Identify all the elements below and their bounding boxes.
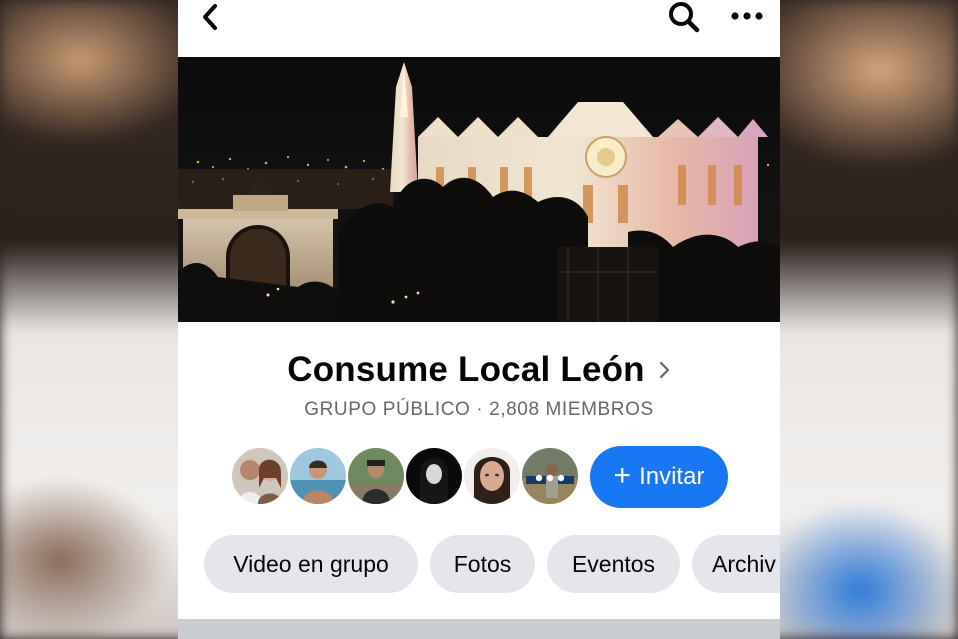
tab-eventos[interactable]: Eventos xyxy=(547,535,680,593)
tab-fotos[interactable]: Fotos xyxy=(430,535,535,593)
search-icon xyxy=(669,2,700,33)
group-title-link[interactable]: Consume Local León xyxy=(178,346,780,394)
search-button[interactable] xyxy=(666,0,702,34)
more-horizontal-icon xyxy=(731,12,763,20)
group-name: Consume Local León xyxy=(287,350,645,389)
group-meta: GRUPO PÚBLICO · 2,808 MIEMBROS xyxy=(304,399,654,420)
chevron-right-icon xyxy=(659,361,669,379)
group-page: Consume Local León GRUPO PÚBLICO · 2,808… xyxy=(178,0,780,639)
avatar[interactable] xyxy=(404,446,464,506)
tab-video-en-grupo[interactable]: Video en grupo xyxy=(204,535,418,593)
avatar[interactable] xyxy=(288,446,348,506)
tab-label: Fotos xyxy=(453,550,512,577)
member-photo-icon xyxy=(348,448,404,504)
member-photo-icon xyxy=(522,448,578,504)
cover-photo xyxy=(178,57,780,322)
avatar-more[interactable] xyxy=(520,446,580,506)
tab-label: Eventos xyxy=(571,550,656,577)
member-photo-icon xyxy=(290,448,346,504)
invite-label: Invitar xyxy=(639,463,705,490)
plus-icon: + xyxy=(613,458,632,492)
top-nav-bar xyxy=(178,0,780,57)
tab-label: Archiv xyxy=(712,550,776,577)
more-options-button[interactable] xyxy=(726,4,768,28)
tab-label: Video en grupo xyxy=(233,550,389,577)
avatar[interactable] xyxy=(462,446,522,506)
tab-archivos[interactable]: Archiv xyxy=(692,535,780,593)
avatar[interactable] xyxy=(230,446,290,506)
group-tabs: Video en grupo Fotos Eventos Archiv xyxy=(204,535,780,593)
member-photo-icon xyxy=(406,448,462,504)
member-photo-icon xyxy=(232,448,288,504)
avatar[interactable] xyxy=(346,446,406,506)
member-photo-icon xyxy=(464,448,520,504)
section-divider xyxy=(178,619,780,639)
chevron-left-icon xyxy=(203,4,217,30)
back-button[interactable] xyxy=(196,2,226,32)
invite-button[interactable]: + Invitar xyxy=(590,446,728,508)
